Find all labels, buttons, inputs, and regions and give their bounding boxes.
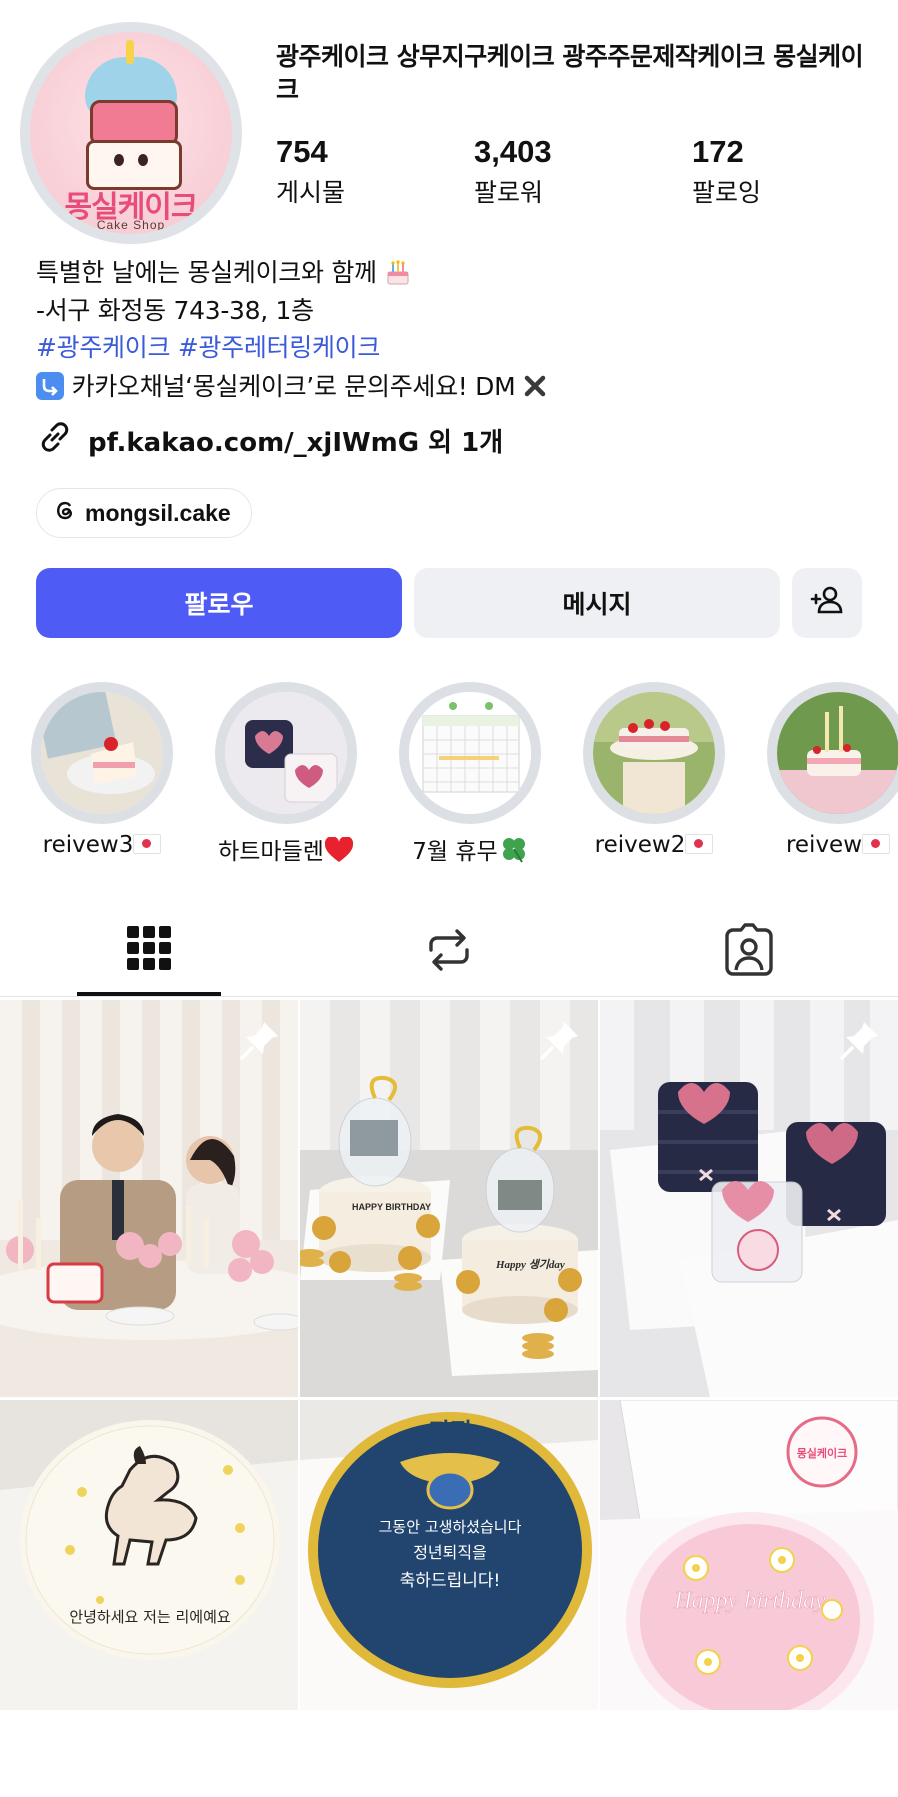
box-logo-text: 몽실케이크 (797, 1446, 848, 1460)
profile-name: 광주케이크 상무지구케이크 광주주문제작케이크 몽실케이크 (276, 42, 864, 104)
hashtag-link[interactable]: #광주레터링케이크 (178, 333, 381, 362)
cake-text: 축하드립니다! (400, 1571, 501, 1591)
bio-text: 특별한 날에는 몽실케이크와 함께 (36, 258, 377, 287)
highlight-label[interactable]: reivew3 (7, 832, 197, 858)
highlight-label[interactable]: 하트마들렌 (191, 832, 381, 869)
cake-text: Happy 생기day (495, 1258, 565, 1271)
cake-text: Happy birthday (673, 1588, 826, 1614)
tab-posts-grid[interactable] (119, 920, 179, 980)
highlight-image[interactable] (777, 692, 898, 814)
bio-line-1: 특별한 날에는 몽실케이크와 함께 (36, 256, 412, 290)
followers-count[interactable]: 3,403 (474, 134, 552, 170)
followers-label[interactable]: 팔로워 (474, 173, 543, 209)
threads-handle[interactable]: mongsil.cake (85, 500, 231, 527)
bio-link[interactable]: pf.kakao.com/_xjIWmG 외 1개 (36, 418, 503, 463)
logo-eye-left (114, 154, 124, 166)
add-person-icon (809, 585, 845, 621)
posts-label: 게시물 (276, 178, 346, 207)
threads-badge[interactable]: mongsil.cake (36, 488, 252, 538)
following-label[interactable]: 팔로잉 (692, 173, 761, 209)
logo-eye-right (138, 154, 148, 166)
red-heart-emoji (324, 836, 354, 869)
bio-address: -서구 화정동 743-38, 1층 (36, 296, 314, 325)
link-icon (36, 418, 74, 463)
pin-icon (538, 1018, 582, 1062)
post-thumbnail[interactable]: 퇴직 그동안 고생하셨습니다 정년퇴직을 축하드립니다! (300, 1400, 598, 1797)
threads-icon (53, 498, 77, 528)
four-leaf-clover-emoji (500, 835, 528, 869)
arrow-down-right-emoji (36, 372, 64, 400)
tagged-icon (719, 923, 779, 984)
reels-repost-icon (419, 929, 479, 984)
post-thumbnail[interactable]: 안녕하세요 저는 리에예요 (0, 1400, 298, 1797)
message-button[interactable]: 메시지 (414, 568, 780, 638)
logo-candle (126, 40, 134, 64)
post-thumbnail[interactable]: 몽실케이크 Happy birthday (600, 1400, 898, 1797)
hashtag-link[interactable]: #광주케이크 (36, 333, 170, 362)
envelope-emoji (862, 834, 891, 854)
highlight-label[interactable]: reivew2 (559, 832, 749, 858)
cake-text: HAPPY BIRTHDAY (352, 1202, 431, 1212)
highlight-image[interactable] (409, 692, 531, 814)
bio-contact-text: 카카오채널‘몽실케이크’로 문의주세요! DM (71, 372, 516, 401)
highlight-image[interactable] (225, 692, 347, 814)
grid-icon (119, 926, 179, 984)
following-count[interactable]: 172 (692, 134, 744, 170)
logo-subtext: Cake Shop (96, 218, 166, 232)
pin-icon (838, 1018, 882, 1062)
envelope-emoji (133, 834, 162, 854)
highlight-label[interactable]: reivew (743, 832, 898, 858)
tab-tagged[interactable] (719, 920, 779, 980)
bio-link-text[interactable]: pf.kakao.com/_xjIWmG 외 1개 (88, 422, 503, 459)
avatar[interactable]: 몽실케이크 Cake Shop (30, 32, 232, 234)
bio-line-4: 카카오채널‘몽실케이크’로 문의주세요! DM (36, 370, 547, 407)
follow-button[interactable]: 팔로우 (36, 568, 402, 638)
add-person-button[interactable] (792, 568, 862, 638)
cake-text: 정년퇴직을 (413, 1543, 487, 1562)
highlight-image[interactable] (41, 692, 163, 814)
cake-text: 퇴직 (428, 1418, 472, 1446)
cake-text: 안녕하세요 저는 리에예요 (69, 1608, 231, 1626)
birthday-cake-emoji (384, 258, 412, 286)
envelope-emoji (685, 834, 714, 854)
tab-reposts[interactable] (419, 920, 479, 980)
posts-count: 754 (276, 134, 328, 169)
highlight-image[interactable] (593, 692, 715, 814)
cross-mark-emoji (523, 373, 547, 407)
cake-text: 그동안 고생하셨습니다 (379, 1518, 522, 1536)
highlight-label[interactable]: 7월 휴무 (375, 832, 565, 869)
tab-divider (0, 996, 898, 997)
pin-icon (238, 1018, 282, 1062)
bio-hashtags: #광주케이크 #광주레터링케이크 (36, 331, 380, 365)
